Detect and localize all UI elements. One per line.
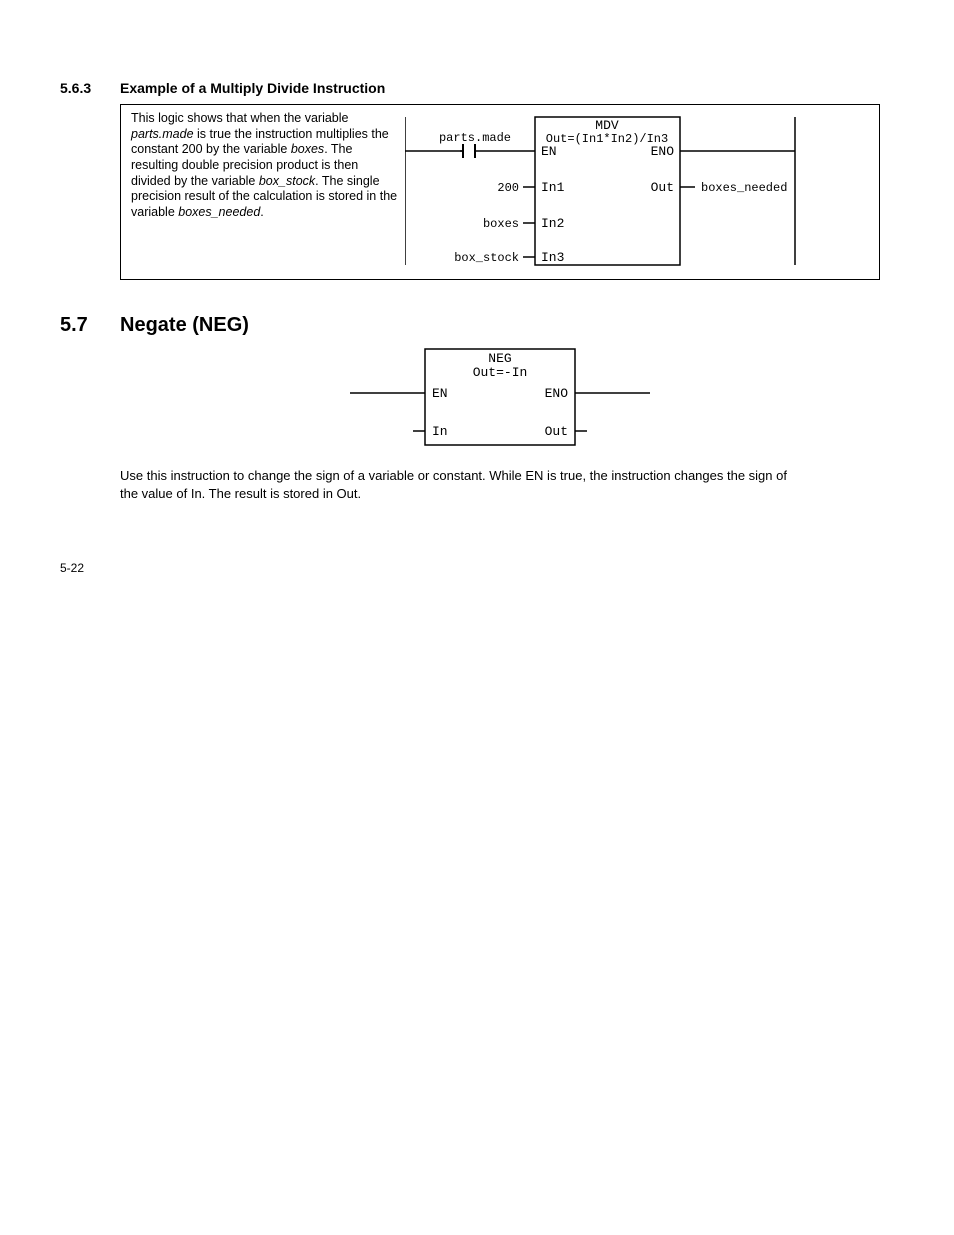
neg-title: NEG xyxy=(488,351,511,366)
neg-formula: Out=-In xyxy=(473,365,528,380)
section-563-heading: 5.6.3 Example of a Multiply Divide Instr… xyxy=(60,80,894,96)
mdv-in3-label: box_stock xyxy=(454,251,519,265)
example-563-paragraph: This logic shows that when the variable … xyxy=(131,111,405,220)
neg-paragraph: Use this instruction to change the sign … xyxy=(120,467,800,502)
example-box-563: This logic shows that when the variable … xyxy=(120,104,880,280)
mdv-title: MDV xyxy=(595,118,619,133)
neg-en-pin: EN xyxy=(432,386,448,401)
mdv-in2-label: boxes xyxy=(483,217,519,231)
neg-diagram: NEG Out=-In EN ENO In Out xyxy=(120,345,880,449)
mdv-diagram: MDV Out=(In1*In2)/In3 EN ENO In1 Out In2… xyxy=(405,111,875,269)
mdv-en-input-label: parts.made xyxy=(439,131,511,145)
mdv-in1-pin: In1 xyxy=(541,180,565,195)
mdv-eno-pin: ENO xyxy=(651,144,675,159)
mdv-out-pin: Out xyxy=(651,180,674,195)
mdv-in1-label: 200 xyxy=(497,181,519,195)
section-563-number: 5.6.3 xyxy=(60,80,120,96)
section-563-title: Example of a Multiply Divide Instruction xyxy=(120,80,385,96)
mdv-in3-pin: In3 xyxy=(541,250,564,265)
neg-out-pin: Out xyxy=(545,424,568,439)
mdv-en-pin: EN xyxy=(541,144,557,159)
mdv-out-label: boxes_needed xyxy=(701,181,787,195)
page-number: 5-22 xyxy=(60,561,84,575)
section-57-heading: 5.7 Negate (NEG) xyxy=(60,314,894,337)
section-57-title: Negate (NEG) xyxy=(120,314,249,337)
section-57-number: 5.7 xyxy=(60,314,120,337)
neg-eno-pin: ENO xyxy=(545,386,569,401)
neg-in-pin: In xyxy=(432,424,448,439)
mdv-in2-pin: In2 xyxy=(541,216,564,231)
